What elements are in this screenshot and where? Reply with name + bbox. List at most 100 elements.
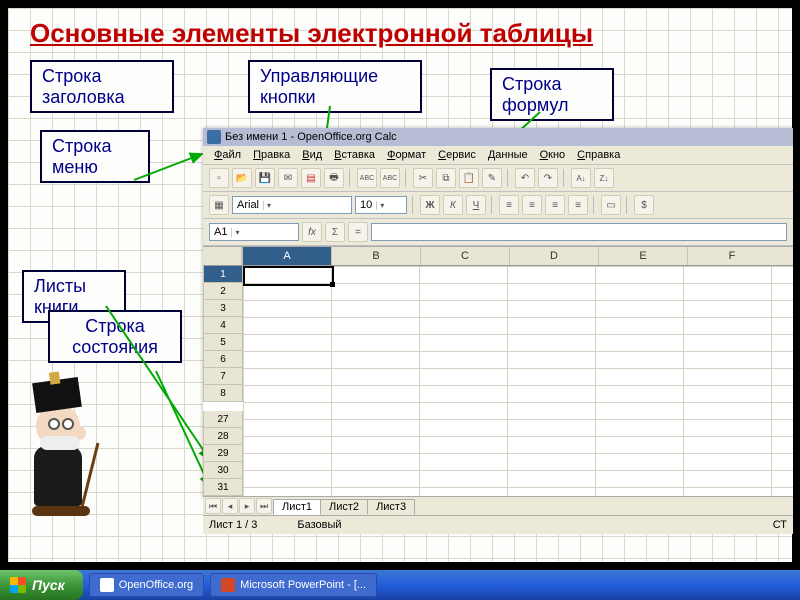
fx-button[interactable]: fx [302, 222, 322, 242]
col-header-c[interactable]: C [420, 247, 509, 265]
row-header[interactable]: 29 [203, 445, 243, 462]
underline-button[interactable]: Ч [466, 195, 486, 215]
start-button[interactable]: Пуск [0, 570, 83, 600]
row-header[interactable]: 28 [203, 428, 243, 445]
label-status-row: Строка состояния [48, 310, 182, 363]
row-header[interactable]: 27 [203, 411, 243, 428]
undo-icon[interactable]: ↶ [515, 168, 535, 188]
save-icon[interactable]: 💾 [255, 168, 275, 188]
taskbar-item-openoffice[interactable]: OpenOffice.org [89, 573, 204, 597]
mail-icon[interactable]: ✉ [278, 168, 298, 188]
formula-input[interactable] [371, 223, 787, 241]
label-menu-row: Строка меню [40, 130, 150, 183]
prev-sheet-icon[interactable]: ◂ [222, 498, 238, 514]
select-all-corner[interactable] [203, 247, 242, 265]
row-header[interactable]: 4 [203, 317, 243, 334]
label-formula-bar: Строка формул [490, 68, 614, 121]
menu-edit[interactable]: Правка [248, 148, 295, 162]
sheet-tab-3[interactable]: Лист3 [367, 499, 415, 514]
font-size-input[interactable]: 10▾ [355, 196, 407, 214]
row-header[interactable]: 1 [203, 266, 243, 283]
menu-help[interactable]: Справка [572, 148, 625, 162]
sheet-tab-2[interactable]: Лист2 [320, 499, 368, 514]
label-control-buttons: Управляющие кнопки [248, 60, 422, 113]
first-sheet-icon[interactable]: ⏮ [205, 498, 221, 514]
label-title-row: Строка заголовка [30, 60, 174, 113]
menu-bar: Файл Правка Вид Вставка Формат Сервис Да… [203, 146, 793, 165]
align-right-icon[interactable]: ≡ [545, 195, 565, 215]
windows-taskbar: Пуск OpenOffice.org Microsoft PowerPoint… [0, 570, 800, 600]
menu-tools[interactable]: Сервис [433, 148, 481, 162]
app-icon [207, 130, 221, 144]
status-sheet-count: Лист 1 / 3 [209, 519, 257, 531]
row-headers: 1 2 3 4 5 6 7 8 27 28 29 30 31 [203, 266, 243, 496]
row-header[interactable]: 8 [203, 385, 243, 402]
menu-file[interactable]: Файл [209, 148, 246, 162]
col-header-f[interactable]: F [687, 247, 776, 265]
row-header[interactable]: 3 [203, 300, 243, 317]
formatting-toolbar: ▦ Arial▾ 10▾ Ж К Ч ≡ ≡ ≡ ≡ ▭ $ [203, 192, 793, 219]
copy-icon[interactable]: ⧉ [436, 168, 456, 188]
formula-bar: A1▾ fx Σ = [203, 219, 793, 246]
sheet-tabs-bar: ⏮ ◂ ▸ ⏭ Лист1 Лист2 Лист3 [203, 496, 793, 515]
open-icon[interactable]: 📂 [232, 168, 252, 188]
app-icon [221, 578, 235, 592]
cut-icon[interactable]: ✂ [413, 168, 433, 188]
col-header-a[interactable]: A [242, 247, 331, 265]
spellcheck-icon[interactable]: ABC [357, 168, 377, 188]
pdf-icon[interactable]: ▤ [301, 168, 321, 188]
font-name-input[interactable]: Arial▾ [232, 196, 352, 214]
print-icon[interactable]: 🖶 [324, 168, 344, 188]
col-header-b[interactable]: B [331, 247, 420, 265]
row-header[interactable]: 6 [203, 351, 243, 368]
cell-reference-input[interactable]: A1▾ [209, 223, 299, 241]
menu-view[interactable]: Вид [297, 148, 327, 162]
bold-button[interactable]: Ж [420, 195, 440, 215]
new-icon[interactable]: ▫ [209, 168, 229, 188]
calc-window: Без имени 1 - OpenOffice.org Calc Файл П… [203, 128, 793, 498]
spreadsheet-grid[interactable]: 1 2 3 4 5 6 7 8 27 28 29 30 31 [203, 266, 793, 496]
next-sheet-icon[interactable]: ▸ [239, 498, 255, 514]
professor-illustration [12, 380, 112, 530]
sort-desc-icon[interactable]: Z↓ [594, 168, 614, 188]
standard-toolbar: ▫ 📂 💾 ✉ ▤ 🖶 ABC ABC ✂ ⧉ 📋 ✎ ↶ ↷ A↓ Z↓ [203, 165, 793, 192]
align-justify-icon[interactable]: ≡ [568, 195, 588, 215]
row-header[interactable]: 7 [203, 368, 243, 385]
merge-icon[interactable]: ▭ [601, 195, 621, 215]
align-left-icon[interactable]: ≡ [499, 195, 519, 215]
menu-insert[interactable]: Вставка [329, 148, 380, 162]
cells-area[interactable] [243, 266, 793, 496]
window-titlebar[interactable]: Без имени 1 - OpenOffice.org Calc [203, 128, 793, 146]
sum-button[interactable]: Σ [325, 222, 345, 242]
sheet-tab-1[interactable]: Лист1 [273, 499, 321, 515]
menu-format[interactable]: Формат [382, 148, 431, 162]
italic-button[interactable]: К [443, 195, 463, 215]
active-cell[interactable] [243, 266, 334, 286]
row-header[interactable]: 30 [203, 462, 243, 479]
styles-icon[interactable]: ▦ [209, 195, 229, 215]
brush-icon[interactable]: ✎ [482, 168, 502, 188]
sort-asc-icon[interactable]: A↓ [571, 168, 591, 188]
slide-title: Основные элементы электронной таблицы [30, 18, 593, 49]
redo-icon[interactable]: ↷ [538, 168, 558, 188]
currency-icon[interactable]: $ [634, 195, 654, 215]
app-icon [100, 578, 114, 592]
row-header[interactable]: 31 [203, 479, 243, 496]
paste-icon[interactable]: 📋 [459, 168, 479, 188]
status-right: СТ [773, 519, 787, 531]
equals-button[interactable]: = [348, 222, 368, 242]
last-sheet-icon[interactable]: ⏭ [256, 498, 272, 514]
col-header-d[interactable]: D [509, 247, 598, 265]
autospell-icon[interactable]: ABC [380, 168, 400, 188]
status-bar: Лист 1 / 3 Базовый СТ [203, 515, 793, 534]
align-center-icon[interactable]: ≡ [522, 195, 542, 215]
row-header[interactable]: 2 [203, 283, 243, 300]
taskbar-item-powerpoint[interactable]: Microsoft PowerPoint - [... [210, 573, 377, 597]
windows-logo-icon [10, 577, 26, 593]
row-header[interactable]: 5 [203, 334, 243, 351]
menu-data[interactable]: Данные [483, 148, 533, 162]
status-mode: Базовый [297, 519, 341, 531]
col-header-e[interactable]: E [598, 247, 687, 265]
menu-window[interactable]: Окно [535, 148, 571, 162]
window-title-text: Без имени 1 - OpenOffice.org Calc [225, 131, 397, 143]
